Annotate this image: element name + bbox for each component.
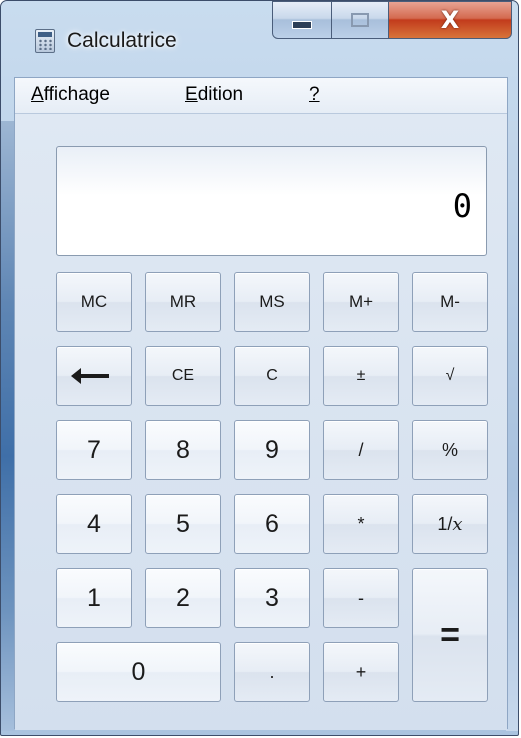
menu-edition-label: dition <box>197 84 244 105</box>
digit-6-button[interactable]: 6 <box>234 494 310 554</box>
divide-button[interactable]: / <box>323 420 399 480</box>
calculator-icon[interactable] <box>35 29 55 53</box>
window-title: Calculatrice <box>67 29 177 52</box>
ce-button[interactable]: CE <box>145 346 221 406</box>
m-plus-button[interactable]: M+ <box>323 272 399 332</box>
display-value: 0 <box>452 187 472 225</box>
plus-minus-button[interactable]: ± <box>323 346 399 406</box>
reciprocal-variable: x <box>452 513 463 535</box>
equals-button[interactable]: = <box>412 568 488 702</box>
digit-0-button[interactable]: 0 <box>56 642 221 702</box>
minimize-button[interactable] <box>272 1 332 39</box>
digit-4-button[interactable]: 4 <box>56 494 132 554</box>
c-button[interactable]: C <box>234 346 310 406</box>
plus-button[interactable]: + <box>323 642 399 702</box>
minus-button[interactable]: - <box>323 568 399 628</box>
menu-edition-mnemonic: E <box>185 84 198 105</box>
m-minus-button[interactable]: M- <box>412 272 488 332</box>
sqrt-button[interactable]: √ <box>412 346 488 406</box>
calculator-window: Calculatrice X Affichage Edition ? 0 MC … <box>0 0 519 736</box>
title-bar[interactable]: Calculatrice X <box>1 1 518 77</box>
mr-button[interactable]: MR <box>145 272 221 332</box>
menu-help-mnemonic: ? <box>309 84 320 105</box>
multiply-button[interactable]: * <box>323 494 399 554</box>
backspace-button[interactable] <box>56 346 132 406</box>
digit-3-button[interactable]: 3 <box>234 568 310 628</box>
caption-buttons: X <box>272 1 512 41</box>
menu-affichage-mnemonic: A <box>31 84 44 105</box>
ms-button[interactable]: MS <box>234 272 310 332</box>
menu-bar: Affichage Edition ? <box>15 78 507 114</box>
calculator-body: 0 MC MR MS M+ M- CE C ± √ 7 8 9 / % 4 5 <box>15 114 507 730</box>
back-arrow-icon <box>71 368 109 384</box>
window-frame-left <box>1 121 15 731</box>
client-area: Affichage Edition ? 0 MC MR MS M+ M- CE <box>14 77 508 730</box>
display-screen: 0 <box>56 146 487 256</box>
digit-9-button[interactable]: 9 <box>234 420 310 480</box>
reciprocal-prefix: 1/ <box>437 513 453 534</box>
digit-7-button[interactable]: 7 <box>56 420 132 480</box>
menu-help[interactable]: ? <box>309 84 320 106</box>
close-icon: X <box>440 6 460 34</box>
digit-5-button[interactable]: 5 <box>145 494 221 554</box>
close-button[interactable]: X <box>388 1 512 39</box>
reciprocal-button[interactable]: 1/x <box>412 494 488 554</box>
menu-edition[interactable]: Edition <box>185 84 243 106</box>
menu-affichage[interactable]: Affichage <box>31 84 110 106</box>
maximize-icon <box>351 13 369 27</box>
digit-2-button[interactable]: 2 <box>145 568 221 628</box>
maximize-button[interactable] <box>331 1 389 39</box>
decimal-button[interactable]: . <box>234 642 310 702</box>
percent-button[interactable]: % <box>412 420 488 480</box>
menu-affichage-label: ffichage <box>43 84 110 105</box>
mc-button[interactable]: MC <box>56 272 132 332</box>
minimize-icon <box>292 21 312 29</box>
digit-8-button[interactable]: 8 <box>145 420 221 480</box>
digit-1-button[interactable]: 1 <box>56 568 132 628</box>
